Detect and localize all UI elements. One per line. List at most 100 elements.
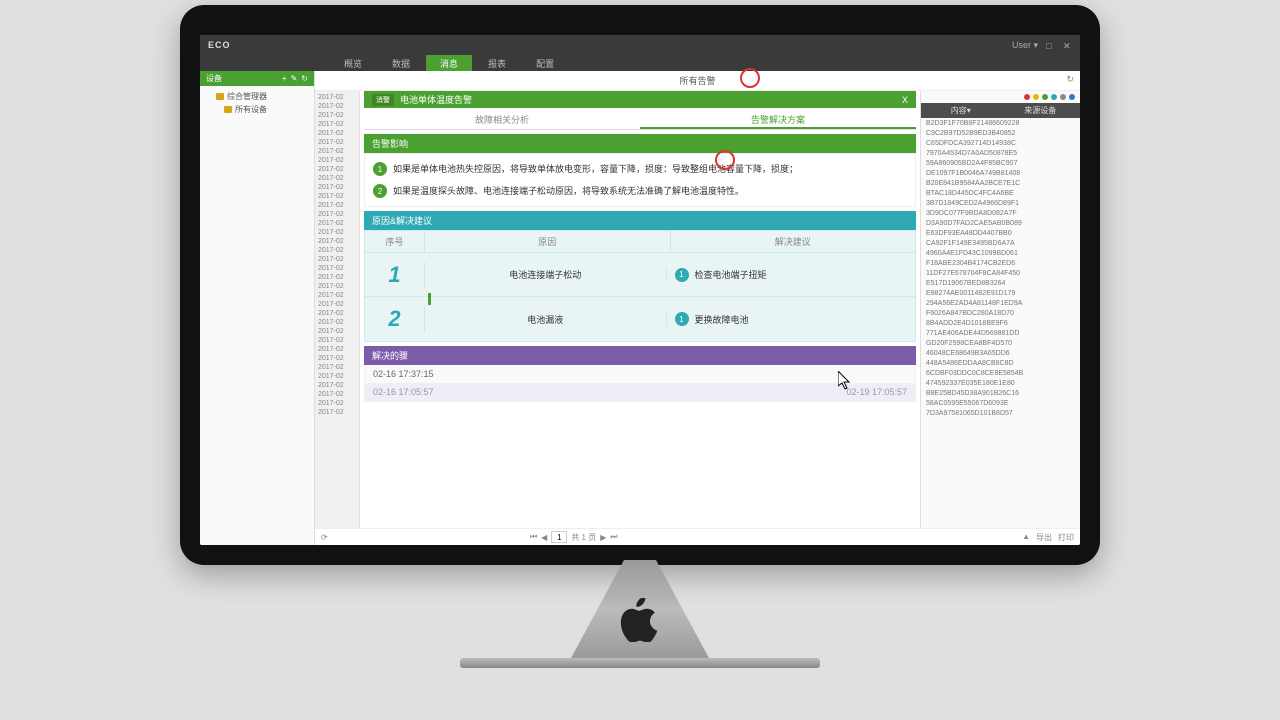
list-item[interactable]: 448A5486EDDAA8CB8C8D [921,358,1080,368]
pager-input[interactable] [551,531,567,543]
legend-dot[interactable] [1042,94,1048,100]
timeline-item[interactable]: 2017-02 [315,264,359,273]
timeline-item[interactable]: 2017-02 [315,381,359,390]
timeline-item[interactable]: 2017-02 [315,327,359,336]
timeline-item[interactable]: 2017-02 [315,102,359,111]
legend-dot[interactable] [1024,94,1030,100]
timeline-item[interactable]: 2017-02 [315,138,359,147]
timeline-item[interactable]: 2017-02 [315,255,359,264]
pager-first-icon[interactable]: ⏮ [530,532,537,542]
list-item[interactable]: B2D3F1F70B8F21486609228 [921,118,1080,128]
nav-tab-messages[interactable]: 消息 [426,55,472,72]
list-item[interactable]: E63DF93EA48DD4407BB0 [921,228,1080,238]
list-item[interactable]: F6026A847BDC280A18D70 [921,308,1080,318]
list-item[interactable]: B8E25BD45D38A901B26C16 [921,388,1080,398]
list-item[interactable]: 474592337E035E180E1E80 [921,378,1080,388]
tree-item[interactable]: 综合管理器 [206,90,308,103]
timeline-item[interactable]: 2017-02 [315,318,359,327]
list-item[interactable]: F18ABE2304B4174CB2ED6 [921,258,1080,268]
footer-up[interactable]: ▲ [1022,532,1030,543]
nav-tab-overview[interactable]: 概览 [330,55,376,72]
timeline-item[interactable]: 2017-02 [315,363,359,372]
footer-export[interactable]: 导出 [1036,532,1052,543]
timeline-item[interactable]: 2017-02 [315,291,359,300]
tab-fault-analysis[interactable]: 故障相关分析 [364,110,640,129]
timeline-item[interactable]: 2017-02 [315,282,359,291]
window-control-icon[interactable]: □ [1046,41,1055,50]
timeline-item[interactable]: 2017-02 [315,201,359,210]
timeline-item[interactable]: 2017-02 [315,129,359,138]
pager-prev-icon[interactable]: ◀ [541,533,547,542]
timeline-item[interactable]: 2017-02 [315,237,359,246]
timeline-item[interactable]: 2017-02 [315,399,359,408]
timeline-item[interactable]: 2017-02 [315,219,359,228]
list-item[interactable]: 3D9DC077F9BDA8D082A7F [921,208,1080,218]
tree-item[interactable]: 所有设备 [206,103,308,116]
timeline-item[interactable]: 2017-02 [315,174,359,183]
list-item[interactable]: 6CDBF03DDC0C8CE8E5854B [921,368,1080,378]
nav-tab-reports[interactable]: 报表 [474,55,520,72]
timeline-item[interactable]: 2017-02 [315,273,359,282]
refresh-icon[interactable]: ↻ [301,74,308,83]
list-item[interactable]: 294A56E2AD4A81148F1ED9A [921,298,1080,308]
timeline-item[interactable]: 2017-02 [315,390,359,399]
close-icon[interactable]: X [902,95,908,105]
timeline-item[interactable]: 2017-02 [315,408,359,417]
timeline-item[interactable]: 2017-02 [315,210,359,219]
legend-dot[interactable] [1069,94,1075,100]
list-item[interactable]: D3A90D7FAD2CAE5AB0B089 [921,218,1080,228]
add-icon[interactable]: + [282,74,287,83]
list-item[interactable]: 11DF27E678704F8CA84F450 [921,268,1080,278]
list-item[interactable]: C65DFDCA392714D14938C [921,138,1080,148]
timeline-item[interactable]: 2017-02 [315,165,359,174]
timeline-item[interactable]: 2017-02 [315,156,359,165]
list-item[interactable]: 7D3A97581065D101B8D57 [921,408,1080,418]
timeline-item[interactable]: 2017-02 [315,336,359,345]
timeline-item[interactable]: 2017-02 [315,120,359,129]
list-item[interactable]: E517D19067BED8B3264 [921,278,1080,288]
timeline-item[interactable]: 2017-02 [315,228,359,237]
window-close-icon[interactable]: ✕ [1063,41,1072,50]
tab-solution[interactable]: 告警解决方案 [640,110,916,129]
legend-dot[interactable] [1051,94,1057,100]
footer-print[interactable]: 打印 [1058,532,1074,543]
list-item[interactable]: 8B4ADD2E4D1018BE9F6 [921,318,1080,328]
list-item[interactable]: E98274AE0011482E91D179 [921,288,1080,298]
legend-dot[interactable] [1033,94,1039,100]
timeline-item[interactable]: 2017-02 [315,354,359,363]
nav-tab-config[interactable]: 配置 [522,55,568,72]
timeline-item[interactable]: 2017-02 [315,192,359,201]
edit-icon[interactable]: ✎ [291,74,298,83]
legend-dot[interactable] [1060,94,1066,100]
list-item[interactable]: 59A860905BD2A4F85BC907 [921,158,1080,168]
list-item[interactable]: CA92F1F149E3495BD6A7A [921,238,1080,248]
timeline-item[interactable]: 2017-02 [315,372,359,381]
list-item[interactable]: BTAC18D445DC4FC4A6BE [921,188,1080,198]
pager-last-icon[interactable]: ⏭ [610,532,617,542]
col-content[interactable]: 内容▾ [921,103,1001,118]
title-refresh-icon[interactable]: ↻ [1066,74,1074,85]
timeline-item[interactable]: 2017-02 [315,93,359,102]
col-source[interactable]: 来源设备 [1001,103,1081,118]
list-item[interactable]: 7970A4534D7A0AD50878E5 [921,148,1080,158]
list-item[interactable]: 4960A4E1FD43C1099BD061 [921,248,1080,258]
timeline-item[interactable]: 2017-02 [315,345,359,354]
pager-next-icon[interactable]: ▶ [600,533,606,542]
list-item[interactable]: 58AC0595E55067D6093E [921,398,1080,408]
reload-icon[interactable]: ⟳ [321,533,328,542]
list-item[interactable]: C9C2B97D52B9ED3B40852 [921,128,1080,138]
list-item[interactable]: 46048CE68649B3A65DD6 [921,348,1080,358]
user-menu[interactable]: User ▾ [1012,40,1038,51]
timeline-item[interactable]: 2017-02 [315,309,359,318]
timeline-item[interactable]: 2017-02 [315,183,359,192]
list-item[interactable]: 3B7D1849CED2A4966D89F1 [921,198,1080,208]
timeline-item[interactable]: 2017-02 [315,147,359,156]
timeline-item[interactable]: 2017-02 [315,246,359,255]
list-item[interactable]: GD20F2598CEA8BF4D570 [921,338,1080,348]
nav-tab-data[interactable]: 数据 [378,55,424,72]
timeline-item[interactable]: 2017-02 [315,111,359,120]
list-item[interactable]: DE1097F1B0046A749B81408 [921,168,1080,178]
timeline-item[interactable]: 2017-02 [315,300,359,309]
list-item[interactable]: B20E841B9584AA2BCE7E1C [921,178,1080,188]
list-item[interactable]: 771AE406ADE44D569881DD [921,328,1080,338]
